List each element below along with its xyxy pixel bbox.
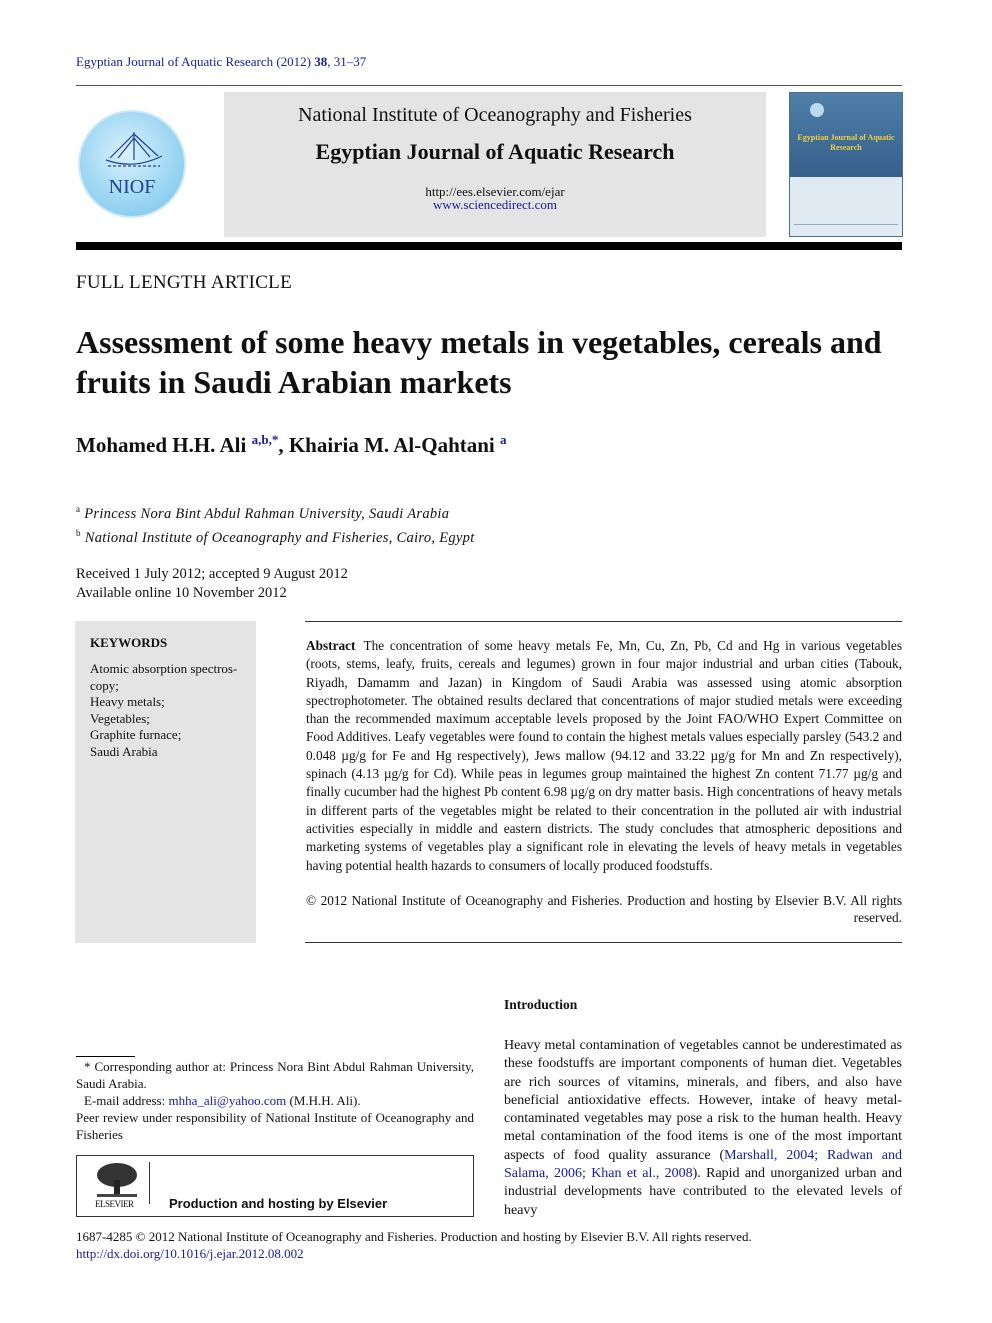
abstract-bottom-rule: [305, 942, 902, 943]
introduction-text: Heavy metal contamination of vegetables …: [504, 1037, 902, 1220]
footnotes: * Corresponding author at: Princess Nora…: [76, 1058, 474, 1143]
niof-logo: NIOF: [78, 110, 186, 218]
doi-link[interactable]: http://dx.doi.org/10.1016/j.ejar.2012.08…: [76, 1245, 752, 1262]
abstract-copyright: © 2012 National Institute of Oceanograph…: [306, 893, 902, 925]
email-note: E-mail address: mhha_ali@yahoo.com (M.H.…: [76, 1092, 474, 1109]
elsevier-box: ELSEVIER Production and hosting by Elsev…: [76, 1155, 474, 1217]
author-affil-link[interactable]: a: [500, 432, 507, 447]
abstract-top-rule: [305, 621, 902, 622]
peer-review-note: Peer review under responsibility of Nati…: [76, 1110, 474, 1142]
journal-pages: , 31–37: [327, 54, 367, 69]
online-date: Available online 10 November 2012: [76, 585, 287, 601]
header-bar: [76, 242, 902, 250]
cover-title: Egyptian Journal of Aquatic Research: [790, 93, 902, 177]
abstract-text: The concentration of some heavy metals F…: [306, 638, 902, 873]
ship-icon: [105, 132, 163, 167]
elsevier-divider: [149, 1162, 150, 1204]
intro-text: Heavy metal contamination of vegetables …: [504, 1038, 902, 1163]
journal-volume: 38: [314, 54, 328, 69]
keywords-box: KEYWORDS Atomic absorption spectros-copy…: [75, 621, 256, 943]
page-footer: 1687-4285 © 2012 National Institute of O…: [76, 1228, 752, 1262]
keywords-heading: KEYWORDS: [90, 635, 168, 650]
affil-mark: b: [76, 527, 81, 538]
keyword: Heavy metals;: [90, 694, 165, 710]
author-name: , Khairia M. Al-Qahtani: [278, 433, 501, 457]
elsevier-logo-text: ELSEVIER: [95, 1199, 134, 1209]
keyword: Saudi Arabia: [90, 743, 158, 759]
journal-title: Egyptian Journal of Aquatic Research: [315, 139, 675, 164]
corresponding-note: * Corresponding author at: Princess Nora…: [76, 1059, 474, 1091]
cover-badge-icon: [810, 103, 824, 117]
email-suffix: (M.H.H. Ali).: [286, 1093, 361, 1108]
journal-banner: National Institute of Oceanography and F…: [224, 92, 766, 237]
affiliations: a Princess Nora Bint Abdul Rahman Univer…: [76, 500, 475, 548]
keyword: Graphite furnace;: [90, 727, 182, 743]
introduction-heading: Introduction: [504, 997, 578, 1012]
author-name: Mohamed H.H. Ali: [76, 433, 252, 457]
article-title: Assessment of some heavy metals in veget…: [76, 324, 882, 400]
elsevier-tree-icon: [97, 1163, 137, 1197]
affiliation: a Princess Nora Bint Abdul Rahman Univer…: [76, 500, 475, 524]
keyword: Vegetables;: [90, 710, 150, 726]
article-dates: Received 1 July 2012; accepted 9 August …: [76, 565, 348, 603]
sciencedirect-link[interactable]: www.sciencedirect.com: [224, 198, 766, 211]
affil-mark: a: [76, 504, 81, 514]
affil-text: National Institute of Oceanography and F…: [84, 529, 475, 546]
top-rule: [76, 85, 902, 86]
logo-text: NIOF: [108, 176, 156, 198]
keyword: Atomic absorption spectros-copy;: [90, 661, 238, 693]
cover-footer: [794, 224, 898, 232]
article-type: FULL LENGTH ARTICLE: [76, 272, 292, 293]
issn-copyright: 1687-4285 © 2012 National Institute of O…: [76, 1229, 752, 1244]
received-date: Received 1 July 2012; accepted 9 August …: [76, 566, 348, 582]
affil-text: Princess Nora Bint Abdul Rahman Universi…: [84, 505, 450, 522]
email-link[interactable]: mhha_ali@yahoo.com: [168, 1093, 286, 1108]
institute-name: National Institute of Oceanography and F…: [298, 104, 692, 126]
journal-cover: Egyptian Journal of Aquatic Research: [789, 92, 903, 237]
affiliation: b National Institute of Oceanography and…: [76, 524, 475, 548]
abstract: Abstract The concentration of some heavy …: [306, 637, 902, 875]
authors: Mohamed H.H. Ali a,b,*, Khairia M. Al-Qa…: [76, 432, 507, 458]
author-affil-link[interactable]: a,b,*: [252, 432, 279, 447]
journal-ref-text: Egyptian Journal of Aquatic Research (20…: [76, 54, 315, 69]
footnote-rule: [76, 1056, 135, 1057]
abstract-label: Abstract: [306, 638, 356, 653]
journal-reference[interactable]: Egyptian Journal of Aquatic Research (20…: [76, 54, 366, 70]
email-label: E-mail address:: [84, 1093, 169, 1108]
production-label: Production and hosting by Elsevier: [169, 1196, 388, 1211]
